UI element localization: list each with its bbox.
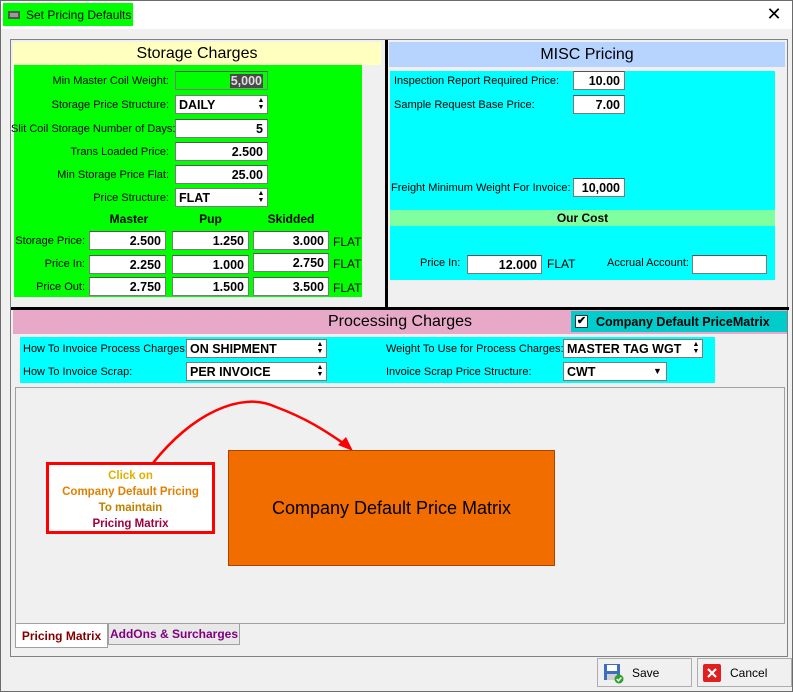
- invoice-scrap-structure-select[interactable]: CWT ▼: [563, 362, 667, 381]
- invoice-scrap-structure-value: CWT: [567, 365, 596, 379]
- price-structure-label: Price Structure:: [93, 192, 169, 204]
- save-button[interactable]: Save: [597, 658, 692, 687]
- storage-price-pup[interactable]: 1.250: [172, 231, 249, 250]
- processing-charges-title: Processing Charges: [327, 313, 473, 330]
- misc-pricing-header: MISC Pricing: [389, 42, 785, 67]
- storage-price-row-label: Storage Price:: [15, 235, 85, 247]
- weight-for-process-select[interactable]: MASTER TAG WGT ▲ ▼: [563, 339, 703, 358]
- trans-loaded-price-label: Trans Loaded Price:: [70, 146, 169, 158]
- callout-box: Click on Company Default Pricing To main…: [46, 462, 215, 534]
- our-cost-title: Our Cost: [556, 211, 609, 225]
- how-invoice-process-value: ON SHIPMENT: [190, 342, 277, 356]
- weight-for-process-value: MASTER TAG WGT: [567, 342, 682, 356]
- window-title: Set Pricing Defaults: [26, 7, 132, 22]
- callout-line-1: Click on: [108, 470, 153, 482]
- how-invoice-scrap-label: How To Invoice Scrap:: [23, 366, 133, 378]
- min-storage-price-flat-label: Min Storage Price Flat:: [57, 169, 169, 181]
- invoice-scrap-structure-label: Invoice Scrap Price Structure:: [386, 366, 532, 378]
- how-invoice-scrap-select[interactable]: PER INVOICE ▲ ▼: [186, 362, 327, 381]
- callout-line-3: To maintain: [98, 502, 163, 514]
- spin-arrows-icon[interactable]: ▲ ▼: [256, 190, 266, 205]
- how-invoice-process-label: How To Invoice Process Charges:: [23, 343, 188, 355]
- storage-price-unit: FLAT: [333, 235, 362, 249]
- company-default-price-matrix-button[interactable]: Company Default Price Matrix: [228, 450, 555, 566]
- tab-addons-surcharges[interactable]: AddOns & Surcharges: [108, 624, 240, 645]
- price-structure-select[interactable]: FLAT ▲ ▼: [175, 188, 268, 207]
- slit-coil-days-label: Slit Coil Storage Number of Days:: [11, 123, 176, 135]
- storage-price-structure-select[interactable]: DAILY ▲ ▼: [175, 95, 268, 114]
- window: Set Pricing Defaults ✕ Storage Charges M…: [0, 0, 793, 692]
- how-invoice-process-select[interactable]: ON SHIPMENT ▲ ▼: [186, 339, 327, 358]
- company-default-checkbox[interactable]: ✔ Company Default PriceMatrix: [571, 311, 787, 332]
- storage-charges-title: Storage Charges: [136, 44, 258, 62]
- price-in-unit: FLAT: [333, 257, 362, 271]
- chevron-down-icon[interactable]: ▼: [649, 363, 666, 380]
- price-out-pup[interactable]: 1.500: [172, 277, 249, 296]
- company-default-checkbox-label: Company Default PriceMatrix: [596, 314, 770, 329]
- accrual-account-label: Accrual Account:: [607, 257, 689, 269]
- misc-price-in-unit: FLAT: [547, 257, 576, 271]
- tab-addons-surcharges-label: AddOns & Surcharges: [109, 627, 239, 641]
- storage-price-master[interactable]: 2.500: [89, 231, 166, 250]
- trans-loaded-price-field[interactable]: 2.500: [175, 142, 268, 161]
- storage-price-structure-value: DAILY: [179, 98, 216, 112]
- spin-arrows-icon[interactable]: ▲ ▼: [315, 341, 325, 356]
- tab-pricing-matrix[interactable]: Pricing Matrix: [15, 624, 108, 648]
- cancel-icon: [703, 663, 721, 682]
- col-header-pup: Pup: [172, 211, 249, 227]
- title-bar: Set Pricing Defaults ✕: [1, 1, 792, 29]
- col-header-master: Master: [89, 211, 169, 227]
- weight-for-process-label: Weight To Use for Process Charges:: [386, 343, 564, 355]
- misc-pricing-title: MISC Pricing: [540, 45, 634, 63]
- inspection-report-field[interactable]: 10.00: [573, 71, 625, 90]
- app-icon: [8, 10, 20, 19]
- min-storage-price-flat-field[interactable]: 25.00: [175, 165, 268, 184]
- accrual-account-field[interactable]: [692, 255, 767, 274]
- our-cost-header: Our Cost: [390, 210, 775, 226]
- storage-price-structure-label: Storage Price Structure:: [51, 99, 169, 111]
- col-header-skidded: Skidded: [253, 211, 329, 227]
- misc-price-in-field[interactable]: 12.000: [467, 255, 542, 274]
- close-icon[interactable]: ✕: [764, 4, 784, 24]
- tab-pricing-matrix-label: Pricing Matrix: [21, 628, 102, 643]
- price-out-master[interactable]: 2.750: [89, 277, 166, 296]
- storage-price-skidded[interactable]: 3.000: [253, 231, 329, 250]
- cancel-button-label: Cancel: [730, 665, 768, 680]
- sample-request-field[interactable]: 7.00: [573, 95, 625, 114]
- cancel-button[interactable]: Cancel: [697, 658, 792, 687]
- price-structure-value: FLAT: [179, 191, 211, 205]
- misc-price-in-label: Price In:: [420, 257, 461, 269]
- sample-request-label: Sample Request Base Price:: [394, 99, 535, 111]
- min-master-coil-weight-value: 5,000: [229, 74, 263, 88]
- window-title-chip: Set Pricing Defaults: [3, 3, 133, 26]
- min-master-coil-weight-label: Min Master Coil Weight:: [52, 75, 169, 87]
- storage-charges-header: Storage Charges: [13, 42, 381, 65]
- save-icon: [604, 663, 624, 683]
- price-in-pup[interactable]: 1.000: [172, 255, 249, 274]
- price-out-row-label: Price Out:: [36, 281, 85, 293]
- freight-min-weight-field[interactable]: 10,000: [573, 178, 625, 197]
- spin-arrows-icon[interactable]: ▲ ▼: [256, 97, 266, 112]
- inspection-report-label: Inspection Report Required Price:: [394, 75, 560, 87]
- slit-coil-days-field[interactable]: 5: [175, 119, 268, 138]
- callout-line-2: Company Default Pricing: [62, 486, 199, 498]
- price-out-unit: FLAT: [333, 281, 362, 295]
- freight-min-weight-label: Freight Minimum Weight For Invoice:: [391, 182, 571, 194]
- min-master-coil-weight-field[interactable]: 5,000: [175, 71, 268, 90]
- price-in-master[interactable]: 2.250: [89, 255, 166, 274]
- price-in-skidded[interactable]: 2.750: [253, 253, 329, 272]
- vertical-divider: [385, 40, 388, 308]
- how-invoice-scrap-value: PER INVOICE: [190, 365, 271, 379]
- company-default-price-matrix-label: Company Default Price Matrix: [271, 497, 512, 518]
- main-panel: Storage Charges Min Master Coil Weight: …: [10, 39, 789, 657]
- spin-arrows-icon[interactable]: ▲ ▼: [691, 341, 701, 356]
- checkbox-checked-icon[interactable]: ✔: [575, 315, 588, 328]
- callout-line-4: Pricing Matrix: [92, 518, 169, 530]
- spin-arrows-icon[interactable]: ▲ ▼: [315, 364, 325, 379]
- price-out-skidded[interactable]: 3.500: [253, 277, 329, 296]
- price-in-row-label: Price In:: [44, 258, 85, 270]
- save-button-label: Save: [632, 665, 660, 680]
